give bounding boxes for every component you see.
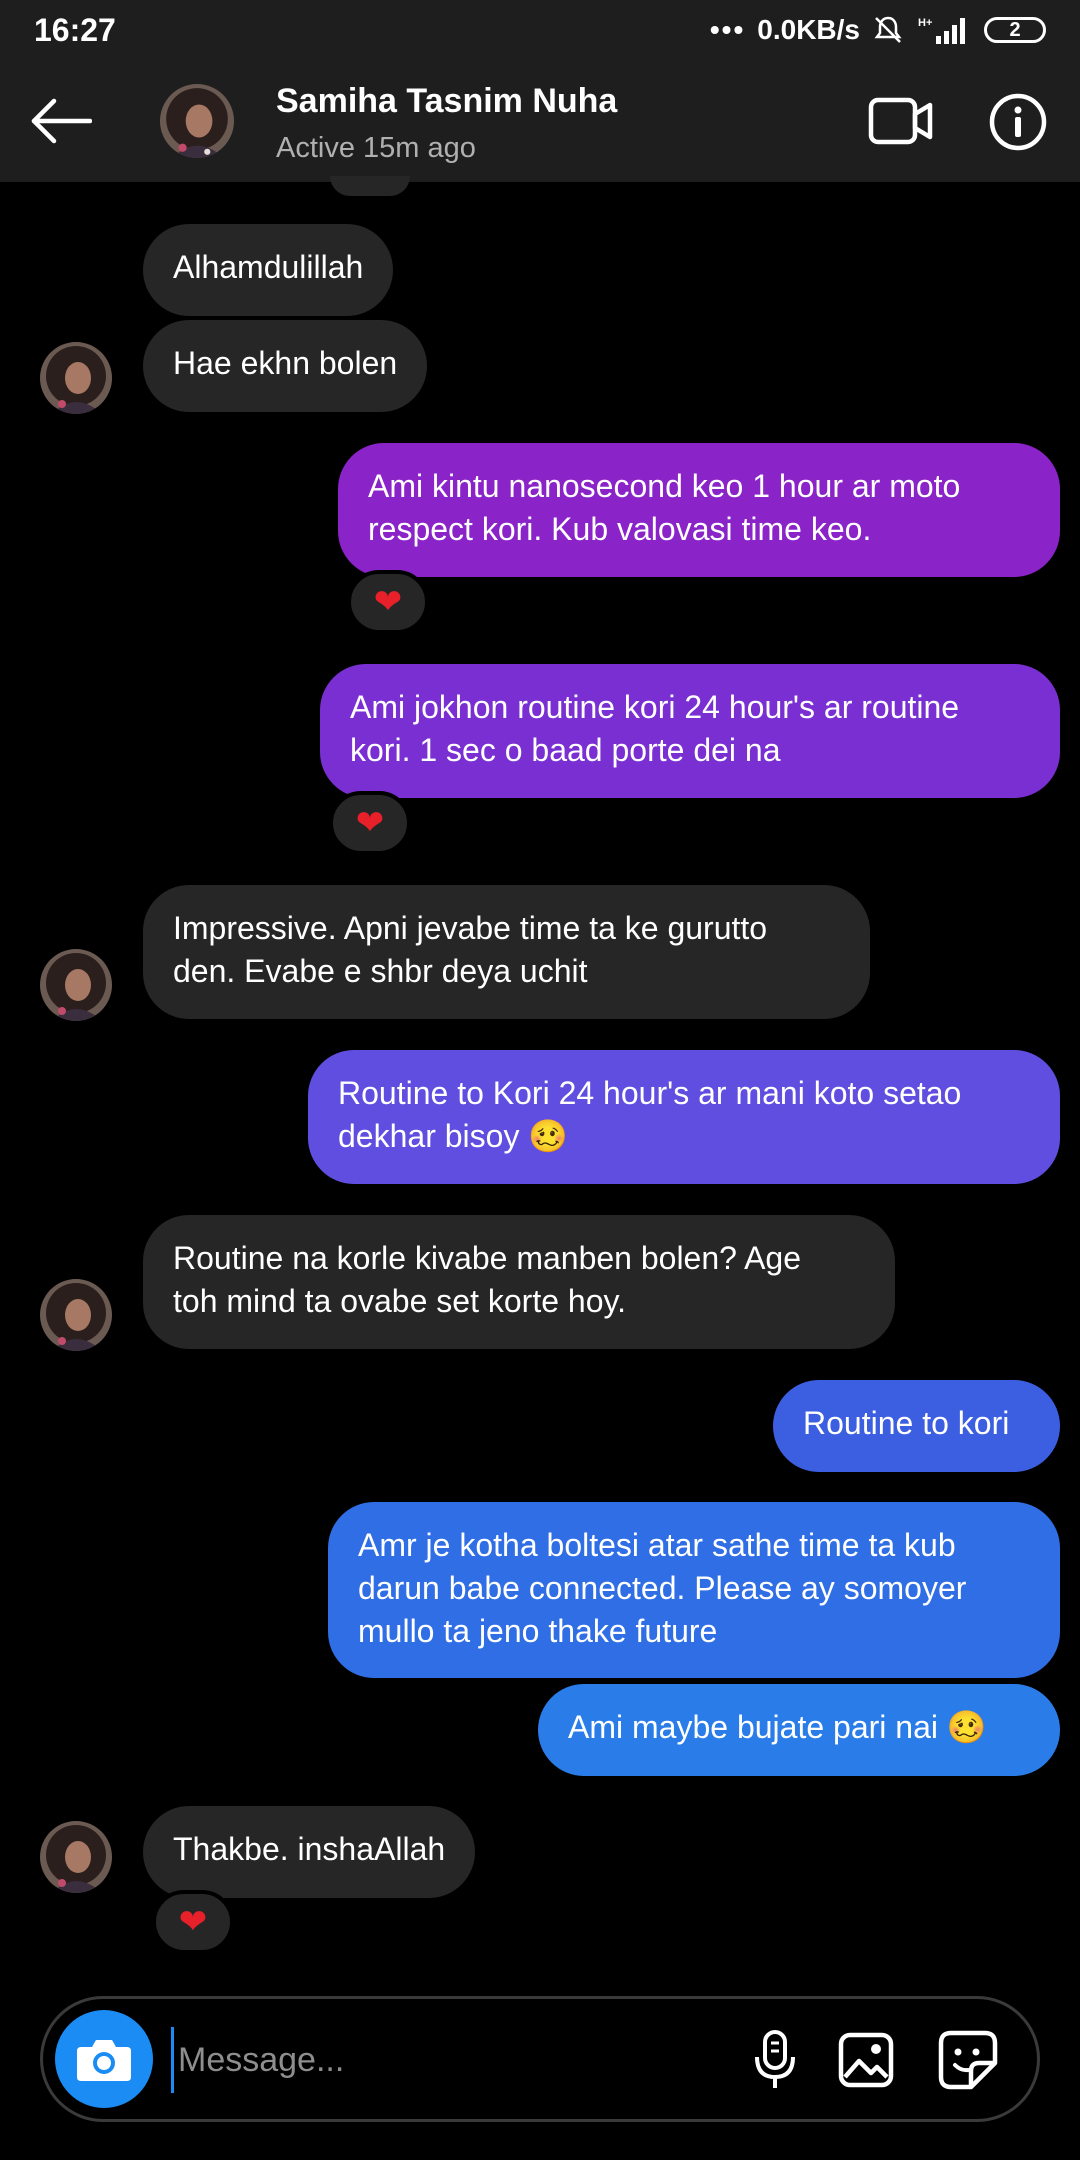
message-outgoing[interactable]: Ami jokhon routine kori 24 hour's ar rou… (320, 664, 1060, 798)
message-outgoing[interactable]: Routine to kori (773, 1380, 1060, 1472)
microphone-icon (755, 2030, 795, 2088)
contact-avatar-small[interactable] (40, 1279, 112, 1351)
message-outgoing[interactable]: Ami maybe bujate pari nai 🥴 (538, 1684, 1060, 1776)
contact-avatar-small[interactable] (40, 342, 112, 414)
signal-icon: H+ (916, 14, 972, 46)
status-time: 16:27 (34, 11, 116, 48)
status-bar: 16:27 ••• 0.0KB/s H+ 2 (0, 0, 1080, 60)
active-status: Active 15m ago (276, 132, 476, 164)
chat-screen: 16:27 ••• 0.0KB/s H+ 2 Samiha Tasnim Nuh… (0, 0, 1080, 2160)
message-input[interactable] (171, 2027, 731, 2093)
avatar-image (40, 1279, 112, 1351)
battery-level: 2 (1009, 18, 1021, 41)
network-speed: 0.0KB/s (757, 14, 860, 45)
battery-icon: 2 (984, 17, 1046, 43)
message-incoming[interactable]: Impressive. Apni jevabe time ta ke gurut… (143, 885, 870, 1019)
contact-avatar[interactable] (160, 84, 234, 158)
contact-name[interactable]: Samiha Tasnim Nuha (276, 82, 617, 121)
bell-muted-icon (872, 14, 904, 46)
video-call-button[interactable] (868, 96, 934, 146)
contact-avatar-small[interactable] (40, 949, 112, 1021)
message-outgoing[interactable]: Routine to Kori 24 hour's ar mani koto s… (308, 1050, 1060, 1184)
back-arrow-icon (31, 98, 92, 144)
message-outgoing[interactable]: Ami kintu nanosecond keo 1 hour ar moto … (338, 443, 1060, 577)
sticker-icon (938, 2030, 998, 2090)
camera-icon (77, 2040, 131, 2081)
more-dots-icon: ••• (709, 14, 746, 45)
message-outgoing[interactable]: Amr je kotha boltesi atar sathe time ta … (328, 1502, 1060, 1678)
previous-message-edge (330, 176, 410, 196)
heart-reaction-icon[interactable]: ❤ (152, 1890, 234, 1954)
avatar-image (40, 949, 112, 1021)
avatar-image (160, 84, 234, 158)
video-call-icon (868, 97, 933, 145)
info-button[interactable] (988, 92, 1048, 152)
contact-avatar-small[interactable] (40, 1821, 112, 1893)
heart-reaction-icon[interactable]: ❤ (347, 570, 429, 634)
chat-header: Samiha Tasnim Nuha Active 15m ago (0, 60, 1080, 182)
gallery-icon (838, 2032, 894, 2088)
sticker-button[interactable] (933, 2025, 1003, 2095)
status-indicators: ••• 0.0KB/s H+ 2 (710, 14, 1046, 46)
message-incoming[interactable]: Routine na korle kivabe manben bolen? Ag… (143, 1215, 895, 1349)
message-incoming[interactable]: Thakbe. inshaAllah (143, 1806, 476, 1898)
message-composer (40, 1996, 1040, 2122)
message-incoming[interactable]: Alhamdulillah (143, 224, 394, 316)
heart-reaction-icon[interactable]: ❤ (329, 791, 411, 855)
camera-button[interactable] (55, 2010, 153, 2108)
avatar-image (40, 1821, 112, 1893)
info-icon (989, 93, 1047, 151)
back-button[interactable] (28, 94, 94, 148)
message-incoming[interactable]: Hae ekhn bolen (143, 320, 428, 412)
gallery-button[interactable] (833, 2027, 899, 2093)
avatar-image (40, 342, 112, 414)
microphone-button[interactable] (743, 2027, 807, 2093)
network-type: H+ (918, 17, 932, 29)
